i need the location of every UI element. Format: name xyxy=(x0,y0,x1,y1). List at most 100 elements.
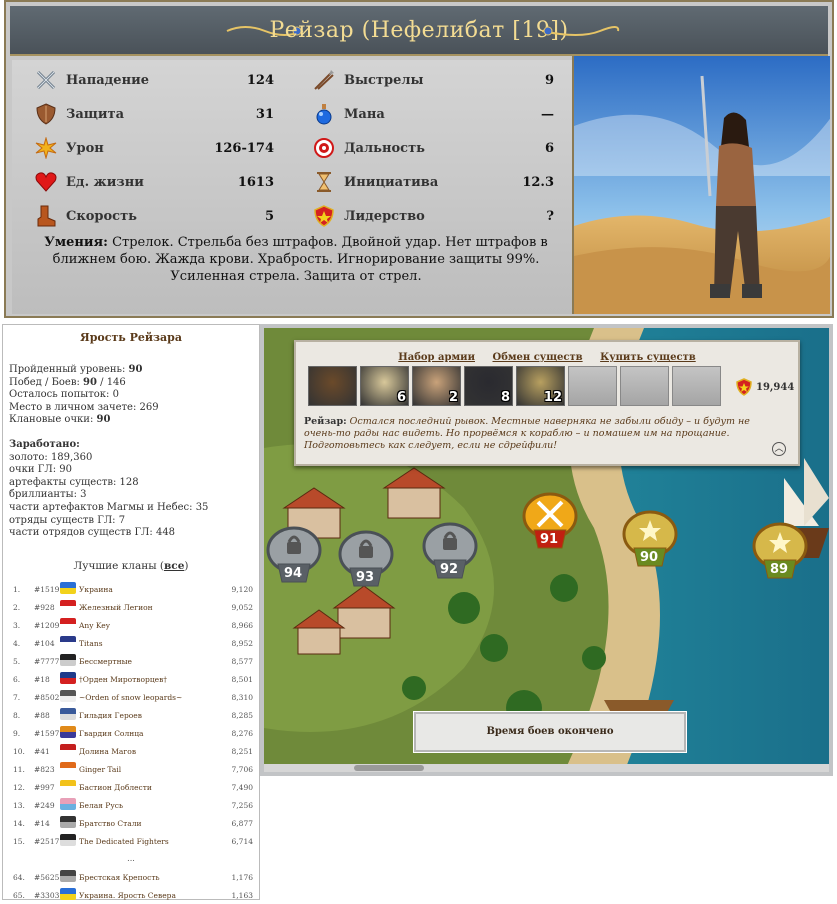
clan-row[interactable]: 11. #823 Ginger Tail 7,706 xyxy=(3,760,259,778)
collapse-chevron-icon[interactable]: ︿ xyxy=(772,442,786,456)
clan-row[interactable]: 13. #249 Белая Русь 7,256 xyxy=(3,796,259,814)
clan-points: 8,952 xyxy=(231,638,253,648)
clan-name[interactable]: Бессмертные xyxy=(79,657,132,666)
clan-id[interactable]: #1519 xyxy=(34,585,59,594)
clan-id[interactable]: #997 xyxy=(34,783,55,792)
clan-id[interactable]: #3303 xyxy=(34,891,59,900)
clan-row[interactable]: 1. #1519 Украина 9,120 xyxy=(3,580,259,598)
clan-id[interactable]: #249 xyxy=(34,801,55,810)
clan-id[interactable]: #928 xyxy=(34,603,55,612)
clan-id[interactable]: #2517 xyxy=(34,837,59,846)
clan-flag-icon xyxy=(60,581,76,594)
map-scrollbar[interactable] xyxy=(264,764,829,772)
clan-name[interactable]: †Орден Миротворцев† xyxy=(79,675,167,684)
swords-icon xyxy=(34,68,58,92)
stat-shots: Выстрелы 9 xyxy=(312,65,554,95)
clan-points: 9,052 xyxy=(231,602,253,612)
clan-points: 7,256 xyxy=(231,800,253,810)
clan-name[interactable]: Железный Легион xyxy=(79,603,153,612)
clan-row[interactable]: 64. #5625 Брестская Крепость 1,176 xyxy=(3,868,259,886)
clan-name[interactable]: The Dedicated Fighters xyxy=(79,837,169,846)
clan-id[interactable]: #823 xyxy=(34,765,55,774)
clan-points: 8,251 xyxy=(231,746,253,756)
creature-portrait xyxy=(572,56,830,314)
progress-block: Пройденный уровень: 90 Побед / Боев: 90 … xyxy=(9,364,259,427)
clan-id[interactable]: #5625 xyxy=(34,873,59,882)
clan-name[interactable]: Гильдия Героев xyxy=(79,711,142,720)
army-slot-empty[interactable] xyxy=(620,366,669,406)
clan-id[interactable]: #18 xyxy=(34,675,50,684)
clan-id[interactable]: #14 xyxy=(34,819,50,828)
clan-id[interactable]: #8502 xyxy=(34,693,59,702)
clan-name[interactable]: Украина xyxy=(79,585,113,594)
clan-flag-icon xyxy=(60,815,76,828)
clan-row[interactable]: 6. #18 †Орден Миротворцев† 8,501 xyxy=(3,670,259,688)
level-node-locked[interactable]: 92 xyxy=(420,520,480,584)
clan-name[interactable]: ~Orden of snow leopards~ xyxy=(79,693,182,702)
clan-name[interactable]: Долина Магов xyxy=(79,747,136,756)
clan-name[interactable]: Белая Русь xyxy=(79,801,123,810)
clan-flag-icon xyxy=(60,725,76,738)
clan-row[interactable]: 10. #41 Долина Магов 8,251 xyxy=(3,742,259,760)
clan-row[interactable]: 5. #7777 Бессмертные 8,577 xyxy=(3,652,259,670)
army-slot-paladin-icon[interactable]: 12 xyxy=(516,366,565,406)
clan-row[interactable]: 4. #104 Titans 8,952 xyxy=(3,634,259,652)
clan-id[interactable]: #88 xyxy=(34,711,50,720)
army-slot-elder-icon[interactable]: 2 xyxy=(412,366,461,406)
clan-name[interactable]: Братство Стали xyxy=(79,819,142,828)
clan-rank: 14. xyxy=(13,818,25,828)
event-stats-panel: Ярость Рейзара Пройденный уровень: 90 По… xyxy=(2,324,260,900)
scroll-thumb[interactable] xyxy=(354,765,424,771)
clan-row[interactable]: 8. #88 Гильдия Героев 8,285 xyxy=(3,706,259,724)
clan-row[interactable]: 9. #1597 Гвардия Солнца 8,276 xyxy=(3,724,259,742)
clan-name[interactable]: Украина. Ярость Севера xyxy=(79,891,176,900)
clan-rank: 2. xyxy=(13,602,21,612)
clan-rank: 10. xyxy=(13,746,25,756)
army-slot-dwarf-icon[interactable]: 6 xyxy=(360,366,409,406)
clan-row[interactable]: 3. #1209 Any Key 8,966 xyxy=(3,616,259,634)
level-node-done[interactable]: 90 xyxy=(620,508,680,572)
clan-id[interactable]: #104 xyxy=(34,639,55,648)
stat-speed: Скорость 5 xyxy=(34,201,274,231)
army-slot-dark-knight-icon[interactable]: 8 xyxy=(464,366,513,406)
army-slot-empty[interactable] xyxy=(672,366,721,406)
clan-name[interactable]: Any Key xyxy=(79,621,110,630)
clan-id[interactable]: #1209 xyxy=(34,621,59,630)
buy-creatures-link[interactable]: Купить существ xyxy=(600,352,696,363)
clan-rank: 65. xyxy=(13,890,25,900)
clan-name[interactable]: Брестская Крепость xyxy=(79,873,160,882)
level-node-locked[interactable]: 93 xyxy=(336,528,396,592)
creature-card: Рейзар (Нефелибат [19]) Нападение 124 За… xyxy=(4,0,834,318)
clan-rank: 7. xyxy=(13,692,21,702)
clan-row[interactable]: 2. #928 Железный Легион 9,052 xyxy=(3,598,259,616)
clan-name[interactable]: Гвардия Солнца xyxy=(79,729,144,738)
clan-name[interactable]: Бастион Доблести xyxy=(79,783,152,792)
abilities-text: Умения: Стрелок. Стрельба без штрафов. Д… xyxy=(44,235,548,284)
clan-id[interactable]: #1597 xyxy=(34,729,59,738)
stats-panel: Нападение 124 Защита 31 Урон 126-174 Ед.… xyxy=(12,60,572,314)
clan-row[interactable]: 12. #997 Бастион Доблести 7,490 xyxy=(3,778,259,796)
recruit-army-link[interactable]: Набор армии xyxy=(398,352,475,363)
clan-points: 1,163 xyxy=(231,890,253,900)
clan-row[interactable]: 14. #14 Братство Стали 6,877 xyxy=(3,814,259,832)
clan-row[interactable]: 7. #8502 ~Orden of snow leopards~ 8,310 xyxy=(3,688,259,706)
clan-id[interactable]: #7777 xyxy=(34,657,59,666)
unit-count: 12 xyxy=(543,390,562,405)
clan-flag-icon xyxy=(60,743,76,756)
right-ornament-icon xyxy=(541,26,620,36)
clan-points: 8,285 xyxy=(231,710,253,720)
clan-name[interactable]: Ginger Tail xyxy=(79,765,121,774)
all-clans-link[interactable]: все xyxy=(164,560,184,572)
army-slot-raizar-portrait-icon[interactable] xyxy=(308,366,357,406)
level-node-done[interactable]: 89 xyxy=(750,520,810,584)
exchange-creatures-link[interactable]: Обмен существ xyxy=(492,352,582,363)
clan-rank: 6. xyxy=(13,674,21,684)
clan-row[interactable]: 65. #3303 Украина. Ярость Севера 1,163 xyxy=(3,886,259,904)
army-slot-empty[interactable] xyxy=(568,366,617,406)
level-node-locked[interactable]: 94 xyxy=(264,524,324,588)
clan-row[interactable]: 15. #2517 The Dedicated Fighters 6,714 xyxy=(3,832,259,850)
creature-title: Рейзар (Нефелибат [19]) xyxy=(269,18,569,43)
clan-id[interactable]: #41 xyxy=(34,747,50,756)
clan-name[interactable]: Titans xyxy=(79,639,103,648)
level-node-current[interactable]: 91 xyxy=(520,490,580,554)
